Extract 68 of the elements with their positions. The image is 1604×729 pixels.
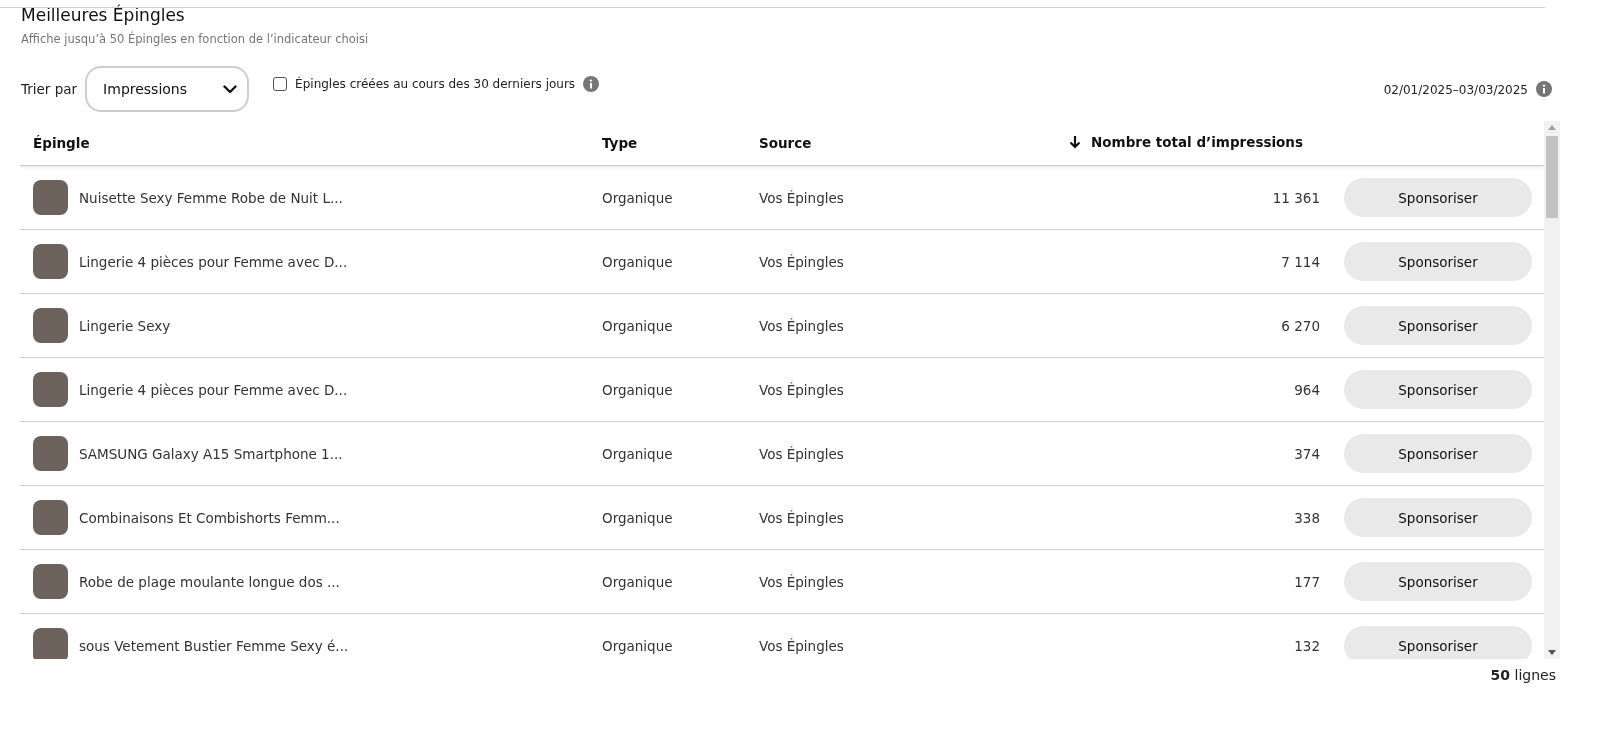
table-cell: Vos Épingles (759, 317, 844, 334)
impressions-count: 374 (1294, 445, 1320, 462)
pin-title[interactable]: Lingerie 4 pièces pour Femme avec D... (79, 381, 348, 398)
info-icon[interactable] (583, 76, 600, 92)
table-cell: Organique (602, 189, 673, 206)
pin-title[interactable]: Robe de plage moulante longue dos ... (79, 573, 340, 590)
scroll-down-arrow-icon[interactable] (1548, 650, 1556, 655)
arrow-down-icon (1069, 135, 1081, 149)
photo-placeholder (33, 436, 68, 471)
pin-title[interactable]: Nuisette Sexy Femme Robe de Nuit L... (79, 189, 343, 206)
impressions-count: 177 (1294, 573, 1320, 590)
table-cell: Organique (602, 637, 673, 654)
chevron-down-icon (223, 84, 238, 94)
scroll-up-arrow-icon[interactable] (1548, 125, 1556, 130)
pin-title[interactable]: SAMSUNG Galaxy A15 Smartphone 1... (79, 445, 343, 462)
photo-placeholder (33, 244, 68, 279)
photo-placeholder (33, 628, 68, 659)
info-icon[interactable] (1536, 81, 1552, 97)
table-cell: Vos Épingles (759, 189, 844, 206)
table-cell: Organique (602, 253, 673, 270)
sponsor-button[interactable]: Sponsoriser (1344, 306, 1532, 345)
scrollbar-thumb[interactable] (1546, 136, 1558, 218)
impressions-count: 11 361 (1272, 189, 1320, 206)
photo-placeholder (33, 180, 68, 215)
photo-placeholder (33, 500, 68, 535)
sorted-column-header[interactable]: Nombre total d’impressions (1069, 134, 1304, 150)
sponsor-button[interactable]: Sponsoriser (1344, 370, 1532, 409)
sponsor-button[interactable]: Sponsoriser (1344, 498, 1532, 537)
pin-title[interactable]: Lingerie 4 pièces pour Femme avec D... (79, 253, 348, 270)
table-cell: Organique (602, 381, 673, 398)
table-cell: Vos Épingles (759, 445, 844, 462)
column-header[interactable]: Type (602, 135, 638, 151)
photo-placeholder (33, 564, 68, 599)
date-range: 02/01/2025–03/03/2025 (1383, 83, 1528, 97)
photo-placeholder (33, 308, 68, 343)
section-title: Meilleures Épingles (20, 3, 186, 26)
impressions-count: 132 (1294, 637, 1320, 654)
sponsor-button[interactable]: Sponsoriser (1344, 434, 1532, 473)
sponsor-button[interactable]: Sponsoriser (1344, 562, 1532, 601)
pin-title[interactable]: Lingerie Sexy (79, 317, 171, 334)
section-subtitle: Affiche jusqu’à 50 Épingles en fonction de l’indicateur choisi (20, 30, 370, 46)
impressions-count: 7 114 (1281, 253, 1320, 270)
photo-placeholder (33, 372, 68, 407)
impressions-count: 338 (1294, 509, 1320, 526)
sort-dropdown[interactable]: Impressions (85, 66, 250, 112)
sponsor-button[interactable]: Sponsoriser (1344, 242, 1532, 281)
table-cell: Vos Épingles (759, 253, 844, 270)
table-cell: Organique (602, 317, 673, 334)
column-header[interactable]: Épingle (33, 135, 90, 151)
table-cell: Vos Épingles (759, 381, 844, 398)
checkbox[interactable] (273, 77, 288, 91)
row-count: 50 lignes (1490, 667, 1556, 683)
checkbox-label: Épingles créées au cours des 30 derniers jours (295, 77, 576, 91)
table-cell: Organique (602, 509, 673, 526)
sponsor-button[interactable]: Sponsoriser (1344, 626, 1532, 659)
table-cell: Vos Épingles (759, 509, 844, 526)
impressions-count: 6 270 (1281, 317, 1320, 334)
table-cell: Organique (602, 445, 673, 462)
scrollbar[interactable] (1544, 121, 1560, 659)
column-header[interactable]: Source (759, 135, 812, 151)
sponsor-button[interactable]: Sponsoriser (1344, 178, 1532, 217)
sort-label: Trier par (21, 81, 78, 97)
table-cell: Organique (602, 573, 673, 590)
pin-title[interactable]: sous Vetement Bustier Femme Sexy é... (79, 637, 349, 654)
table-cell: Vos Épingles (759, 573, 844, 590)
table-cell: Vos Épingles (759, 637, 844, 654)
impressions-count: 964 (1294, 381, 1320, 398)
pin-title[interactable]: Combinaisons Et Combishorts Femm... (79, 509, 340, 526)
